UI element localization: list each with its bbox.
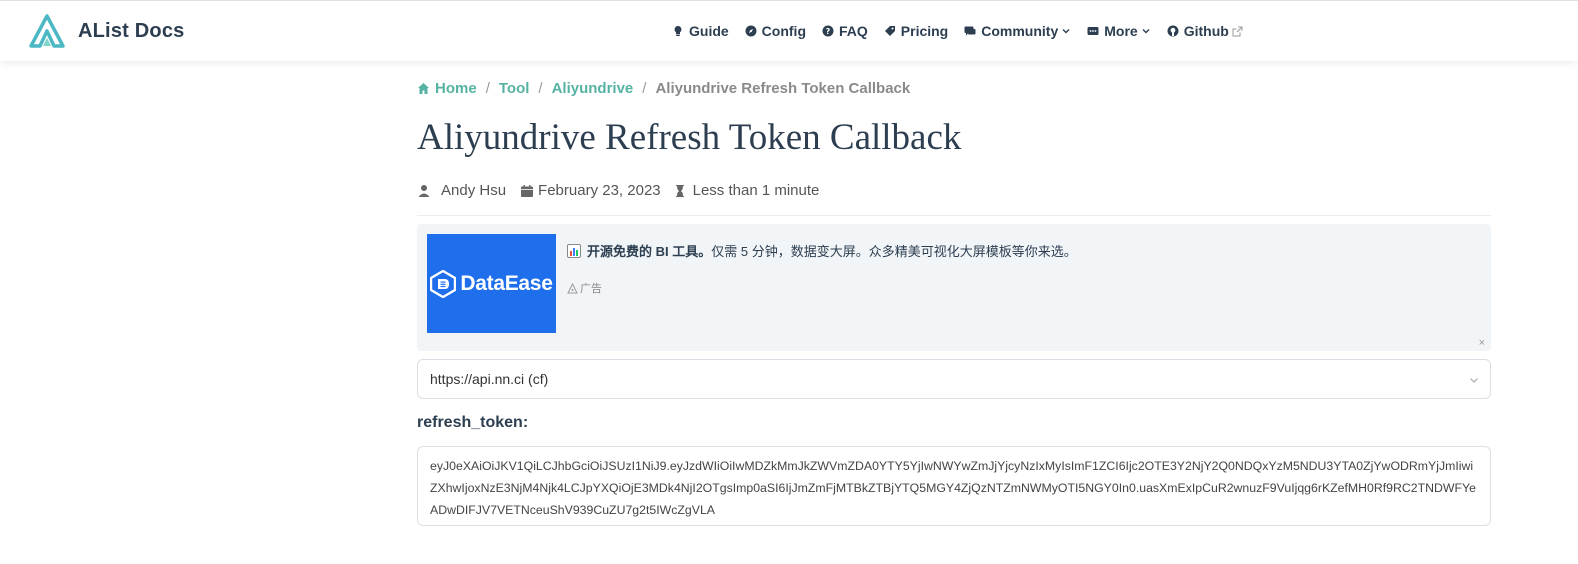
author-name: Andy Hsu [441, 182, 507, 199]
page-meta: Andy Hsu February 23, 2023 Less than 1 m… [417, 182, 831, 199]
ad-marker-icon [567, 282, 578, 293]
lightbulb-icon [674, 26, 682, 36]
comments-icon [964, 26, 976, 36]
svg-text:?: ? [826, 27, 831, 36]
nav-community[interactable]: Community [964, 23, 1071, 39]
tag-icon [884, 26, 895, 36]
api-endpoint-select[interactable]: https://api.nn.ci (cf) [417, 359, 1491, 399]
user-icon [418, 184, 430, 197]
chevron-down-icon [1142, 29, 1150, 34]
ad-logo[interactable]: DataEase [427, 234, 556, 333]
breadcrumb-current: Aliyundrive Refresh Token Callback [655, 80, 911, 97]
nav-more-label: More [1104, 23, 1138, 39]
ad-headline-rest: 仅需 5 分钟，数据变大屏。众多精美可视化大屏模板等你来选。 [711, 244, 1077, 259]
nav-pricing[interactable]: Pricing [884, 23, 948, 39]
nav-faq-label: FAQ [839, 23, 868, 39]
breadcrumb-tool[interactable]: Tool [499, 80, 530, 97]
api-endpoint-value: https://api.nn.ci (cf) [430, 371, 549, 387]
nav-github-label: Github [1183, 23, 1229, 39]
hourglass-icon [675, 184, 684, 197]
ad-banner[interactable]: DataEase 开源免费的 BI 工具。 仅需 5 分钟，数据变大屏。众多精美可… [417, 224, 1491, 351]
bar-chart-icon [567, 243, 581, 258]
compass-icon [745, 25, 757, 37]
breadcrumb-home[interactable]: Home [435, 80, 477, 97]
nav-guide[interactable]: Guide [672, 23, 729, 39]
brand-link[interactable]: AList Docs [28, 14, 184, 48]
refresh-token-label: refresh_token: [417, 414, 529, 431]
refresh-token-value: eyJ0eXAiOiJKV1QiLCJhbGciOiJSUzI1NiJ9.eyJ… [430, 459, 1476, 517]
publish-date: February 23, 2023 [538, 182, 661, 199]
nav-guide-label: Guide [689, 23, 729, 39]
chevron-down-icon [1062, 29, 1070, 34]
home-icon [418, 83, 429, 94]
reading-time-info: Less than 1 minute [673, 182, 820, 199]
reading-time: Less than 1 minute [692, 182, 820, 199]
nav-more[interactable]: More [1087, 23, 1150, 39]
ad-tag: 广告 [580, 283, 602, 295]
breadcrumb-aliyundrive[interactable]: Aliyundrive [552, 80, 634, 97]
ad-headline[interactable]: 开源免费的 BI 工具。 仅需 5 分钟，数据变大屏。众多精美可视化大屏模板等你来… [567, 241, 1077, 260]
ad-logo-content: DataEase [430, 269, 553, 298]
external-link-icon [1232, 26, 1243, 36]
question-circle-icon: ? [822, 25, 834, 37]
ad-close-button[interactable]: × [1479, 337, 1485, 349]
dataease-logo-icon [430, 269, 457, 298]
nav-community-label: Community [981, 23, 1059, 39]
main-nav: Guide Config ? FAQ Pricing Community Mor… [672, 1, 1259, 61]
nav-config[interactable]: Config [745, 23, 806, 39]
breadcrumb: Home / Tool / Aliyundrive / Aliyundrive … [417, 80, 910, 97]
refresh-token-textarea[interactable]: eyJ0eXAiOiJKV1QiLCJhbGciOiJSUzI1NiJ9.eyJ… [417, 446, 1491, 526]
github-icon [1167, 25, 1179, 37]
nav-config-label: Config [761, 23, 806, 39]
calendar-icon [521, 184, 534, 197]
alist-logo-icon [29, 14, 65, 48]
nav-github[interactable]: Github [1167, 23, 1243, 39]
author-info: Andy Hsu [417, 182, 506, 199]
ad-logo-text: DataEase [460, 271, 553, 295]
ad-label: 广告 [567, 280, 602, 296]
breadcrumb-separator: / [538, 80, 543, 97]
nav-faq[interactable]: ? FAQ [822, 23, 868, 39]
top-navbar: AList Docs Guide Config ? FAQ Pricing Co… [0, 0, 1578, 61]
ad-headline-bold: 开源免费的 BI 工具。 [587, 244, 712, 259]
page-title: Aliyundrive Refresh Token Callback [417, 117, 962, 158]
nav-pricing-label: Pricing [900, 23, 949, 39]
meta-divider [417, 215, 1491, 216]
breadcrumb-separator: / [642, 80, 647, 97]
chevron-down-icon [1470, 378, 1478, 383]
date-info: February 23, 2023 [520, 182, 661, 199]
brand-title: AList Docs [78, 19, 185, 42]
breadcrumb-separator: / [485, 80, 490, 97]
more-icon [1087, 27, 1099, 35]
